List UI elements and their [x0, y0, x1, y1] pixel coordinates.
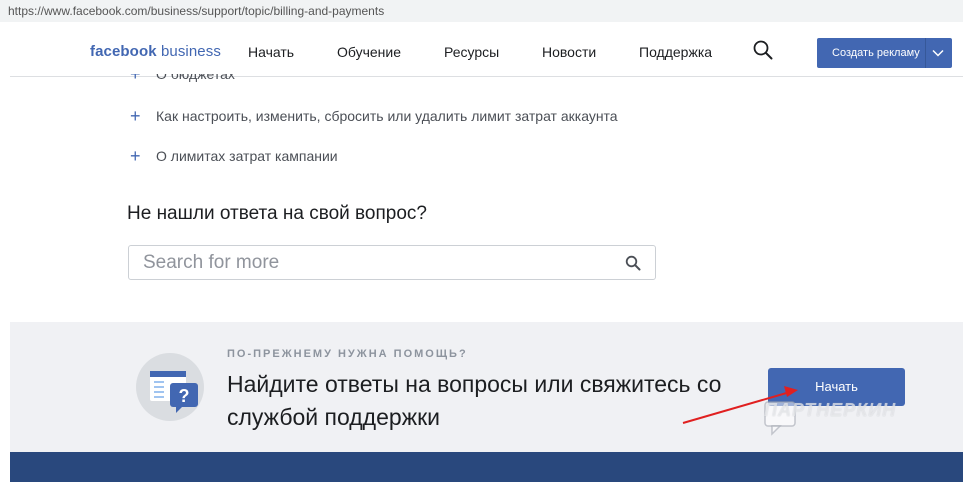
facebook-business-logo[interactable]: facebook business — [90, 43, 221, 60]
search-box[interactable] — [128, 245, 656, 280]
search-input[interactable] — [143, 252, 613, 274]
search-icon[interactable] — [625, 255, 641, 271]
nav-resources[interactable]: Ресурсы — [444, 44, 499, 60]
nav-support[interactable]: Поддержка — [639, 44, 712, 60]
faq-item-campaign-limit[interactable]: + О лимитах затрат кампании — [130, 146, 338, 167]
site-header: facebook business Начать Обучение Ресурс… — [10, 22, 963, 77]
help-kicker: ПО-ПРЕЖНЕМУ НУЖНА ПОМОЩЬ? — [227, 348, 468, 360]
cta-divider — [925, 38, 926, 68]
address-bar[interactable]: https://www.facebook.com/business/suppor… — [0, 0, 963, 22]
create-ad-button[interactable]: Создать рекламу — [817, 38, 952, 68]
nav-start[interactable]: Начать — [248, 44, 294, 60]
nav-learning[interactable]: Обучение — [337, 44, 401, 60]
svg-text:?: ? — [179, 386, 190, 406]
plus-icon: + — [130, 106, 141, 126]
search-icon[interactable] — [752, 39, 774, 61]
create-ad-label: Создать рекламу — [832, 47, 920, 59]
footer-bar — [10, 452, 963, 482]
support-illustration-icon: ? — [136, 353, 204, 421]
watermark: ПАРТНЕРКИН — [764, 400, 897, 420]
nav-news[interactable]: Новости — [542, 44, 596, 60]
help-banner: ? ПО-ПРЕЖНЕМУ НУЖНА ПОМОЩЬ? Найдите отве… — [10, 322, 963, 452]
faq-item-account-limit[interactable]: + Как настроить, изменить, сбросить или у… — [130, 106, 618, 127]
plus-icon: + — [130, 146, 141, 166]
search-section-title: Не нашли ответа на свой вопрос? — [127, 203, 427, 224]
help-text: Найдите ответы на вопросы или свяжитесь … — [227, 371, 722, 430]
chevron-down-icon[interactable] — [931, 46, 945, 60]
